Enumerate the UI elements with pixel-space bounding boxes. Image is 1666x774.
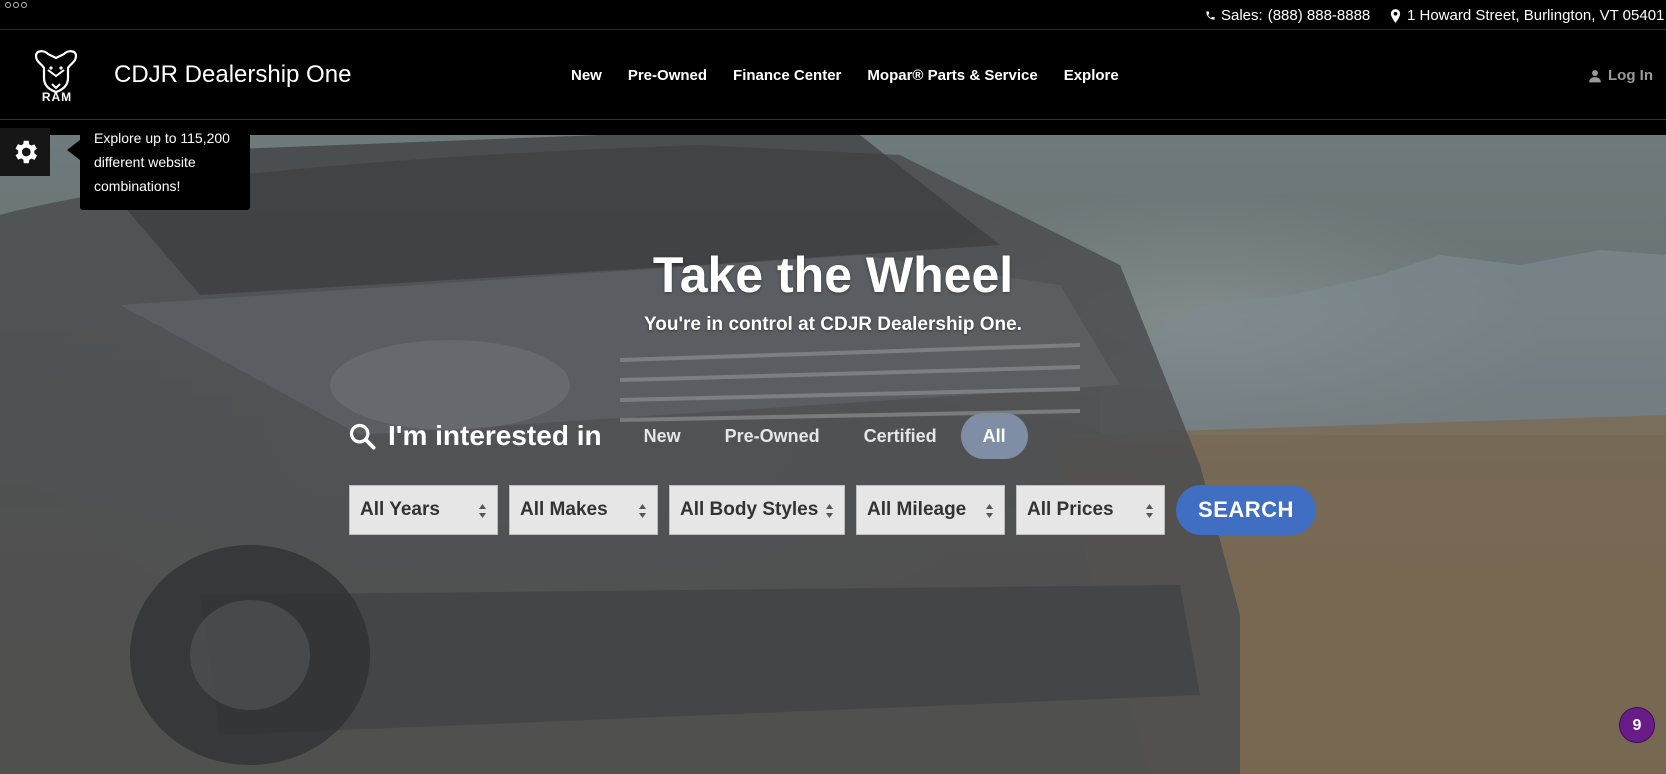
hero-headline: Take the Wheel	[652, 247, 1014, 303]
years-select-value: All Years	[360, 499, 440, 520]
nav-item-new[interactable]: New	[571, 67, 602, 84]
makes-select-value: All Makes	[520, 499, 608, 520]
inventory-type-tabs: New Pre-Owned Certified All	[622, 413, 1028, 459]
interest-label: I'm interested in	[388, 420, 602, 451]
window-dots-icon	[5, 2, 27, 8]
nav-item-explore[interactable]: Explore	[1064, 67, 1119, 84]
dealership-name[interactable]: CDJR Dealership One	[114, 61, 351, 89]
years-select[interactable]: All Years	[349, 485, 498, 535]
page: Sales: (888) 888-8888 1 Howard Street, B…	[0, 0, 1666, 774]
top-utility-bar: Sales: (888) 888-8888 1 Howard Street, B…	[0, 0, 1666, 30]
nav-item-pre-owned[interactable]: Pre-Owned	[628, 67, 707, 84]
select-arrows-icon	[986, 504, 993, 518]
dealer-address[interactable]: 1 Howard Street, Burlington, VT 05401	[1390, 7, 1664, 24]
tab-pre-owned[interactable]: Pre-Owned	[703, 413, 842, 459]
site-header: RAM CDJR Dealership One New Pre-Owned Fi…	[0, 30, 1666, 120]
select-arrows-icon	[826, 504, 833, 518]
phone-icon	[1206, 11, 1215, 20]
tooltip-arrow	[67, 140, 80, 160]
tab-new[interactable]: New	[622, 413, 703, 459]
sales-label: Sales:	[1221, 7, 1263, 24]
search-button[interactable]: SEARCH	[1176, 485, 1316, 535]
gear-icon	[15, 140, 38, 164]
nav-item-mopar-parts-service[interactable]: Mopar® Parts & Service	[867, 67, 1037, 84]
nav-item-finance-center[interactable]: Finance Center	[733, 67, 841, 84]
tab-all[interactable]: All	[960, 413, 1028, 459]
settings-toggle[interactable]	[0, 128, 50, 176]
select-arrows-icon	[639, 504, 646, 518]
body-styles-select[interactable]: All Body Styles	[669, 485, 845, 535]
logo-text: RAM	[41, 90, 73, 104]
login-link[interactable]: Log In	[1588, 67, 1653, 84]
makes-select[interactable]: All Makes	[509, 485, 658, 535]
settings-tooltip: Explore up to 115,200 different website …	[80, 120, 250, 210]
location-pin-icon	[1390, 8, 1401, 23]
mileage-select-value: All Mileage	[867, 499, 967, 520]
search-icon	[349, 423, 376, 450]
hero-subheadline: You're in control at CDJR Dealership One…	[644, 314, 1022, 335]
address-text[interactable]: 1 Howard Street, Burlington, VT 05401	[1407, 7, 1664, 24]
mileage-select[interactable]: All Mileage	[856, 485, 1005, 535]
select-arrows-icon	[479, 504, 486, 518]
main-nav: New Pre-Owned Finance Center Mopar® Part…	[571, 67, 1119, 84]
interest-row: I'm interested in New Pre-Owned Certifie…	[348, 413, 1028, 459]
body-styles-select-value: All Body Styles	[680, 499, 819, 520]
select-arrows-icon	[1146, 504, 1153, 518]
prices-select[interactable]: All Prices	[1016, 485, 1165, 535]
prices-select-value: All Prices	[1027, 499, 1114, 520]
login-label[interactable]: Log In	[1608, 67, 1653, 84]
search-filters: All Years All Makes All Body Styles All …	[349, 485, 1165, 535]
notification-badge[interactable]: 9	[1619, 707, 1655, 743]
user-icon	[1589, 69, 1601, 82]
sales-phone[interactable]: Sales: (888) 888-8888	[1205, 7, 1370, 24]
sales-phone-number[interactable]: (888) 888-8888	[1268, 7, 1371, 24]
tab-certified[interactable]: Certified	[842, 413, 959, 459]
